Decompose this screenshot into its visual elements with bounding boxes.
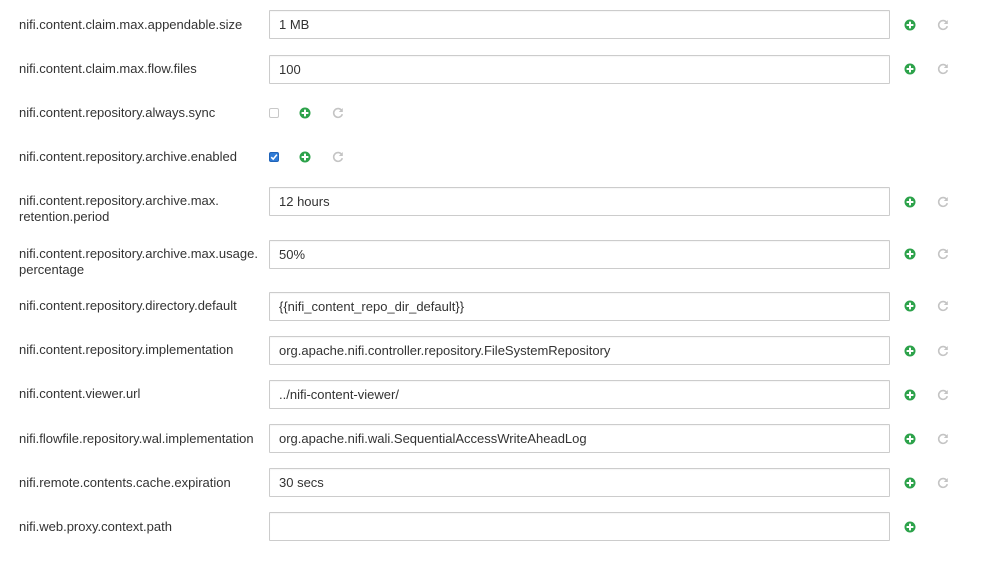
property-value-input[interactable] (269, 10, 890, 39)
add-property-icon[interactable] (904, 433, 916, 445)
property-label: nifi.content.repository.archive.enabled (19, 149, 237, 164)
undo-icon[interactable] (937, 300, 949, 312)
add-property-icon[interactable] (904, 345, 916, 357)
undo-icon[interactable] (937, 433, 949, 445)
undo-icon[interactable] (937, 248, 949, 260)
property-value-input[interactable] (269, 424, 890, 453)
property-value-input[interactable] (269, 240, 890, 269)
property-label-line-1: nifi.content.repository.archive.max. (19, 193, 219, 208)
add-property-icon[interactable] (904, 196, 916, 208)
add-property-icon[interactable] (904, 19, 916, 31)
add-property-icon[interactable] (904, 477, 916, 489)
undo-icon[interactable] (937, 63, 949, 75)
property-label: nifi.content.repository.always.sync (19, 105, 216, 120)
property-value-input[interactable] (269, 55, 890, 84)
property-label: nifi.content.repository.archive.max. ret… (19, 193, 264, 225)
property-label-line-2: percentage (19, 262, 85, 277)
property-value-input[interactable] (269, 380, 890, 409)
property-value-input[interactable] (269, 292, 890, 321)
add-property-icon[interactable] (299, 107, 311, 119)
add-property-icon[interactable] (904, 248, 916, 260)
archive-enabled-checkbox[interactable] (269, 152, 279, 162)
undo-icon[interactable] (937, 196, 949, 208)
checkmark-icon (270, 154, 278, 161)
property-label: nifi.content.claim.max.flow.files (19, 61, 197, 76)
undo-icon[interactable] (937, 345, 949, 357)
property-value-input[interactable] (269, 187, 890, 216)
add-property-icon[interactable] (299, 151, 311, 163)
undo-icon[interactable] (332, 107, 344, 119)
property-label: nifi.content.repository.implementation (19, 342, 234, 357)
property-label: nifi.content.claim.max.appendable.size (19, 17, 243, 32)
property-label: nifi.flowfile.repository.wal.implementat… (19, 431, 254, 446)
property-label: nifi.content.viewer.url (19, 386, 141, 401)
undo-icon[interactable] (937, 19, 949, 31)
property-label: nifi.web.proxy.context.path (19, 519, 172, 534)
undo-icon[interactable] (332, 151, 344, 163)
undo-icon[interactable] (937, 389, 949, 401)
property-label: nifi.content.repository.archive.max.usag… (19, 246, 264, 278)
add-property-icon[interactable] (904, 389, 916, 401)
add-property-icon[interactable] (904, 63, 916, 75)
property-label: nifi.remote.contents.cache.expiration (19, 475, 231, 490)
add-property-icon[interactable] (904, 300, 916, 312)
property-label-line-1: nifi.content.repository.archive.max.usag… (19, 246, 258, 261)
add-property-icon[interactable] (904, 521, 916, 533)
property-label-line-2: retention.period (19, 209, 110, 224)
always-sync-checkbox[interactable] (269, 108, 279, 118)
property-value-input[interactable] (269, 512, 890, 541)
property-value-input[interactable] (269, 336, 890, 365)
undo-icon[interactable] (937, 477, 949, 489)
property-label: nifi.content.repository.directory.defaul… (19, 298, 237, 313)
property-value-input[interactable] (269, 468, 890, 497)
